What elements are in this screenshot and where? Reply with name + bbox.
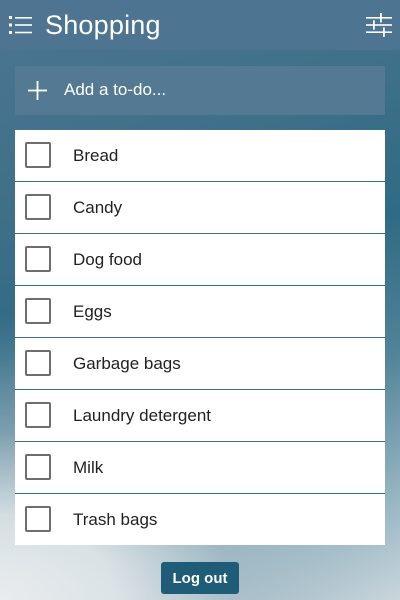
- page-title: Shopping: [45, 10, 161, 40]
- item-checkbox[interactable]: [25, 142, 51, 168]
- item-label: Bread: [73, 146, 119, 165]
- item-label: Dog food: [73, 250, 142, 269]
- item-checkbox[interactable]: [25, 402, 51, 428]
- todo-list: Bread Candy Dog food Eggs Garbage bags L…: [15, 130, 385, 545]
- list-item[interactable]: Garbage bags: [15, 338, 385, 390]
- list-item[interactable]: Dog food: [15, 234, 385, 286]
- item-checkbox[interactable]: [25, 194, 51, 220]
- item-checkbox[interactable]: [25, 298, 51, 324]
- item-label: Trash bags: [73, 510, 158, 529]
- logout-button[interactable]: Log out: [161, 562, 239, 594]
- item-checkbox[interactable]: [25, 350, 51, 376]
- filter-sliders-icon[interactable]: [366, 12, 392, 38]
- list-item[interactable]: Trash bags: [15, 494, 385, 545]
- list-item[interactable]: Candy: [15, 182, 385, 234]
- app-header: Shopping: [0, 0, 400, 50]
- item-label: Candy: [73, 198, 123, 217]
- list-item[interactable]: Milk: [15, 442, 385, 494]
- item-label: Eggs: [73, 302, 112, 321]
- add-todo-label: Add a to-do...: [64, 80, 167, 99]
- item-checkbox[interactable]: [25, 506, 51, 532]
- list-item[interactable]: Bread: [15, 130, 385, 182]
- item-label: Laundry detergent: [73, 406, 211, 425]
- item-checkbox[interactable]: [25, 246, 51, 272]
- item-label: Garbage bags: [73, 354, 181, 373]
- list-icon[interactable]: [9, 14, 33, 36]
- item-label: Milk: [73, 458, 104, 477]
- item-checkbox[interactable]: [25, 454, 51, 480]
- list-item[interactable]: Laundry detergent: [15, 390, 385, 442]
- add-todo-button[interactable]: Add a to-do...: [15, 66, 385, 115]
- plus-icon: [28, 81, 47, 100]
- list-item[interactable]: Eggs: [15, 286, 385, 338]
